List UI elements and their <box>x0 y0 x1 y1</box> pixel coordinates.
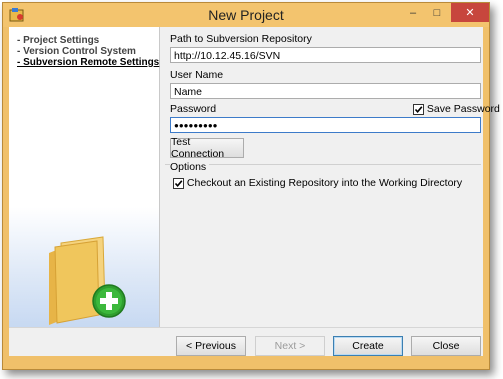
path-input[interactable]: http://10.12.45.16/SVN <box>170 47 481 63</box>
path-label: Path to Subversion Repository <box>170 33 312 45</box>
minimize-button[interactable]: – <box>401 3 425 23</box>
options-group: Options Checkout an Existing Repository … <box>165 161 481 319</box>
minimize-icon: – <box>409 7 417 19</box>
checkbox-checked-icon <box>413 103 424 115</box>
save-password-label: Save Password <box>426 103 500 115</box>
wizard-button-bar: < Previous Next > Create Close <box>9 327 483 356</box>
new-folder-icon <box>41 235 141 327</box>
maximize-icon: □ <box>433 7 441 19</box>
maximize-button[interactable]: □ <box>425 3 449 23</box>
user-name-label: User Name <box>170 69 224 81</box>
checkout-existing-checkbox[interactable]: Checkout an Existing Repository into the… <box>173 177 462 189</box>
close-icon: ✕ <box>465 7 475 19</box>
user-name-input[interactable]: Name <box>170 83 481 99</box>
new-project-window: New Project – □ ✕ - Project Settings - V… <box>2 2 500 370</box>
create-button[interactable]: Create <box>333 336 403 356</box>
password-label: Password <box>170 103 217 115</box>
close-window-button[interactable]: ✕ <box>451 3 489 22</box>
previous-button[interactable]: < Previous <box>176 336 246 356</box>
step-version-control-system[interactable]: - Version Control System <box>17 46 159 57</box>
next-button[interactable]: Next > <box>255 336 325 356</box>
checkbox-checked-icon <box>173 177 184 189</box>
dialog-body: - Project Settings - Version Control Sys… <box>9 27 500 356</box>
wizard-steps-list: - Project Settings - Version Control Sys… <box>17 35 159 68</box>
checkout-existing-label: Checkout an Existing Repository into the… <box>186 177 463 189</box>
password-input[interactable]: ●●●●●●●●● <box>170 117 481 133</box>
step-project-settings[interactable]: - Project Settings <box>17 35 159 46</box>
test-connection-button[interactable]: Test Connection <box>170 136 244 160</box>
step-subversion-remote-settings[interactable]: - Subversion Remote Settings <box>17 57 159 68</box>
close-button[interactable]: Close <box>411 336 481 356</box>
title-bar[interactable]: New Project – □ ✕ <box>3 3 489 27</box>
options-label: Options <box>170 161 210 173</box>
save-password-checkbox[interactable]: Save Password <box>413 103 500 115</box>
wizard-steps-panel: - Project Settings - Version Control Sys… <box>9 27 160 327</box>
